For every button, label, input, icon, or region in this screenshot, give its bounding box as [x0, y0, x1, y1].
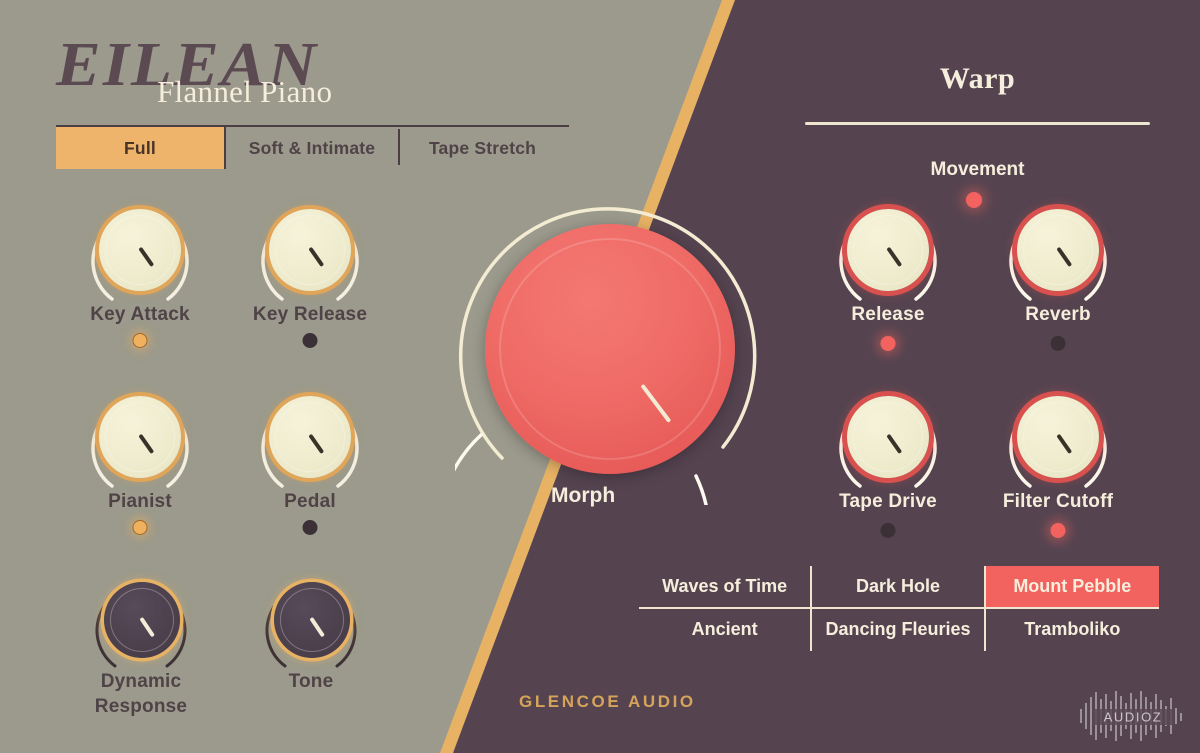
- vendor-name: GLENCOE AUDIO: [519, 692, 696, 711]
- preset-mode-tabbar: Full Soft & Intimate Tape Stretch: [56, 125, 569, 169]
- knob-tone[interactable]: Tone: [256, 572, 366, 692]
- brand-subtitle: Flannel Piano: [157, 74, 333, 109]
- knob-label: Key Release: [252, 304, 368, 325]
- preset-dark-hole[interactable]: Dark Hole: [812, 566, 986, 609]
- knob-dynamic-response[interactable]: Dynamic Response: [86, 572, 196, 717]
- knob-tape-drive[interactable]: Tape Drive: [828, 385, 948, 538]
- knob-label: Filter Cutoff: [1002, 491, 1114, 512]
- knob-label: Tone: [288, 671, 334, 692]
- knob-label: Key Attack: [90, 304, 190, 325]
- tab-full[interactable]: Full: [56, 127, 226, 169]
- led-release[interactable]: [880, 336, 896, 351]
- knob-pianist[interactable]: Pianist: [80, 385, 200, 535]
- preset-mount-pebble[interactable]: Mount Pebble: [985, 566, 1159, 609]
- morph-label: Morph: [551, 484, 616, 507]
- led-reverb[interactable]: [1050, 336, 1066, 351]
- knob-filter-cutoff[interactable]: Filter Cutoff: [998, 385, 1118, 538]
- watermark-text: AUDIOZ: [1104, 710, 1163, 725]
- led-movement[interactable]: [966, 192, 982, 208]
- knob-pedal[interactable]: Pedal: [250, 385, 370, 535]
- knob-label: Pedal: [284, 491, 336, 512]
- led-key-release[interactable]: [302, 333, 318, 348]
- knob-key-release[interactable]: Key Release: [250, 198, 370, 348]
- preset-selector-grid: Waves of Time Dark Hole Mount Pebble Anc…: [639, 566, 1159, 651]
- plugin-window: EILEAN Flannel Piano Full Soft & Intimat…: [0, 0, 1200, 753]
- knob-key-attack[interactable]: Key Attack: [80, 198, 200, 348]
- preset-tramboliko[interactable]: Tramboliko: [986, 609, 1159, 652]
- led-pedal[interactable]: [302, 520, 318, 535]
- knob-label: Reverb: [1025, 304, 1091, 325]
- knob-label: Release: [851, 304, 925, 325]
- morph-inner-ring: [499, 238, 721, 460]
- warp-section-title: Warp: [939, 62, 1016, 95]
- led-filter-cutoff[interactable]: [1050, 523, 1066, 538]
- led-pianist[interactable]: [132, 520, 148, 535]
- led-tape-drive[interactable]: [880, 523, 896, 538]
- knob-reverb[interactable]: Reverb: [998, 198, 1118, 351]
- audioz-watermark: AUDIOZ: [1080, 691, 1182, 741]
- knob-label-line2: Response: [94, 696, 188, 717]
- knob-label: Tape Drive: [839, 491, 937, 512]
- preset-waves-of-time[interactable]: Waves of Time: [639, 566, 813, 609]
- preset-dancing-fleuries[interactable]: Dancing Fleuries: [812, 608, 986, 651]
- tab-soft-and-intimate[interactable]: Soft & Intimate: [226, 127, 398, 169]
- tab-tape-stretch[interactable]: Tape Stretch: [398, 127, 567, 169]
- knob-release[interactable]: Release: [828, 198, 948, 351]
- warp-divider-rule: [805, 122, 1150, 125]
- preset-ancient[interactable]: Ancient: [639, 608, 813, 651]
- led-key-attack[interactable]: [132, 333, 148, 348]
- movement-label: Movement: [930, 159, 1025, 180]
- knob-label: Pianist: [108, 491, 172, 512]
- knob-label-line1: Dynamic: [100, 671, 182, 692]
